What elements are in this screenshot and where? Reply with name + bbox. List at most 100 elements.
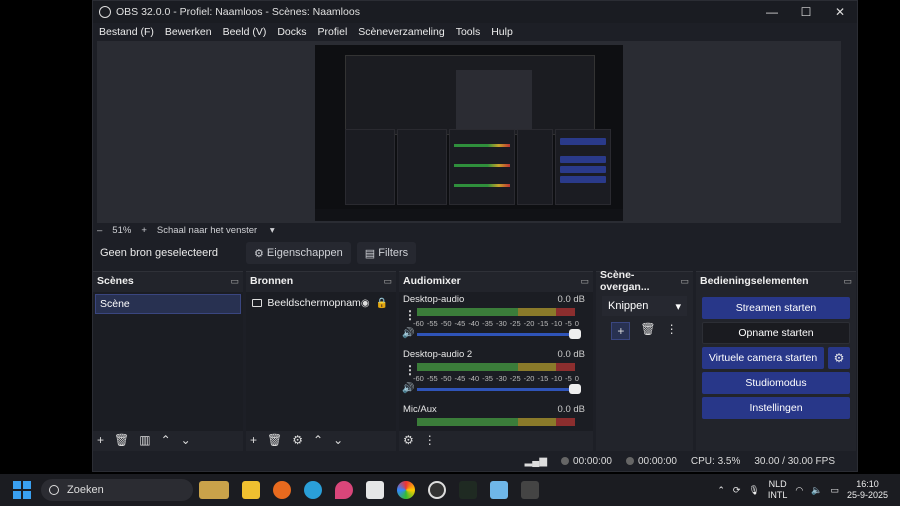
advanced-audio-icon[interactable]: ⚙ xyxy=(403,433,414,447)
maximize-button[interactable]: ☐ xyxy=(789,1,823,23)
channel-db: 0.0 dB xyxy=(557,294,585,305)
sync-icon[interactable]: ⟳ xyxy=(733,485,741,496)
stream-indicator: 00:00:00 xyxy=(625,456,677,467)
document-icon[interactable] xyxy=(490,481,508,499)
monitor-icon xyxy=(252,299,263,307)
signal-icon: ▂▄▆ xyxy=(524,455,548,467)
menu-profile[interactable]: Profiel xyxy=(318,26,348,38)
undock-icon[interactable]: ▭ xyxy=(680,276,689,287)
close-button[interactable]: ✕ xyxy=(823,1,857,23)
windows-start-icon[interactable] xyxy=(13,481,31,499)
start-recording-button[interactable]: Opname starten xyxy=(702,322,850,344)
trash-icon[interactable]: 🗑 xyxy=(114,433,129,447)
undock-icon[interactable]: ▭ xyxy=(843,276,852,287)
program-preview[interactable] xyxy=(315,45,623,221)
undock-icon[interactable]: ▭ xyxy=(383,276,392,287)
zoom-in-button[interactable]: + xyxy=(141,225,147,236)
menu-docks[interactable]: Docks xyxy=(277,26,306,38)
speaker-icon[interactable]: 🔊 xyxy=(402,328,414,339)
slider-handle[interactable] xyxy=(569,329,581,339)
undock-icon[interactable]: ▭ xyxy=(580,276,589,287)
controls-dock: Bedieningselementen ▭ Streamen starten Op… xyxy=(696,271,856,451)
app-icon[interactable] xyxy=(521,481,539,499)
paint-drop-icon[interactable] xyxy=(335,481,353,499)
chevron-down-icon[interactable]: ⌄ xyxy=(181,433,191,447)
menu-scene-collection[interactable]: Scèneverzameling xyxy=(358,26,444,38)
sources-dock: Bronnen ▭ Beeldschermopnam ◉ 🔒 + 🗑 ⚙ ⌃ ⌄ xyxy=(246,271,396,451)
scene-item[interactable]: Scène xyxy=(95,294,241,314)
source-item[interactable]: Beeldschermopnam ◉ 🔒 xyxy=(248,294,394,312)
add-icon[interactable]: + xyxy=(97,433,104,447)
menu-view[interactable]: Beeld (V) xyxy=(223,26,267,38)
app-icon[interactable] xyxy=(459,481,477,499)
filters-button[interactable]: ▤ Filters xyxy=(356,242,417,264)
obs-icon[interactable] xyxy=(428,481,446,499)
menu-edit[interactable]: Bewerken xyxy=(165,26,212,38)
battery-icon[interactable]: ▭ xyxy=(830,485,839,496)
menu-tools[interactable]: Tools xyxy=(456,26,481,38)
studio-mode-button[interactable]: Studiomodus xyxy=(702,372,850,394)
kebab-menu-icon[interactable]: ⋮ xyxy=(424,433,436,447)
scenes-title: Scènes xyxy=(97,275,134,287)
trash-icon[interactable]: 🗑 xyxy=(267,433,282,447)
edge-icon[interactable] xyxy=(304,481,322,499)
eye-icon[interactable]: ◉ xyxy=(361,298,370,309)
chevron-up-icon[interactable]: ⌃ xyxy=(161,433,171,447)
preview-nested-button xyxy=(560,138,606,145)
chevron-down-icon[interactable]: ⌄ xyxy=(333,433,343,447)
volume-icon[interactable]: 🔈 xyxy=(811,485,822,496)
menu-help[interactable]: Hulp xyxy=(491,26,513,38)
gear-icon[interactable]: ⚙ xyxy=(828,347,850,369)
start-virtual-camera-button[interactable]: Virtuele camera starten xyxy=(702,347,824,369)
meter-ticks: -60 -55 -50 -45 -40 -35 -30 -25 -20 -15 -10 -5 0 xyxy=(413,319,579,328)
microphone-icon[interactable]: 🎙 xyxy=(748,485,759,496)
preview-nested-dock xyxy=(345,129,395,205)
volume-slider[interactable] xyxy=(417,384,581,394)
chevron-up-icon[interactable]: ⌃ xyxy=(313,433,323,447)
properties-button[interactable]: ⚙ Eigenschappen xyxy=(246,242,351,264)
lock-icon[interactable]: 🔒 xyxy=(376,298,388,309)
volume-slider[interactable] xyxy=(417,329,581,339)
add-icon[interactable]: + xyxy=(250,433,257,447)
controls-title: Bedieningselementen xyxy=(700,275,809,287)
transition-select[interactable]: Knippen ▾ xyxy=(602,296,687,316)
taskbar-search[interactable]: Zoeken xyxy=(41,479,193,501)
clock[interactable]: 16:10 25-9-2025 xyxy=(847,479,888,501)
dock-header: Bedieningselementen ▭ xyxy=(696,272,856,290)
kebab-menu-icon[interactable]: ⋮ xyxy=(666,322,678,340)
slider-handle[interactable] xyxy=(569,384,581,394)
zoom-out-button[interactable]: – xyxy=(97,225,102,236)
preview-nested-dock xyxy=(517,129,553,205)
menu-file[interactable]: Bestand (F) xyxy=(99,26,154,38)
language-indicator[interactable]: NLD INTL xyxy=(768,479,788,501)
search-highlight-icon[interactable] xyxy=(199,481,229,499)
firefox-icon[interactable] xyxy=(273,481,291,499)
trash-icon[interactable]: 🗑 xyxy=(640,322,655,340)
volume-meter xyxy=(417,308,575,316)
tick-label: -20 xyxy=(523,374,535,383)
channel-db: 0.0 dB xyxy=(557,349,585,360)
preview-area[interactable] xyxy=(97,41,841,223)
obs-window: OBS 32.0.0 - Profiel: Naamloos - Scènes:… xyxy=(92,0,858,472)
settings-button[interactable]: Instellingen xyxy=(702,397,850,419)
speaker-icon[interactable]: 🔊 xyxy=(402,383,414,394)
notepad-icon[interactable] xyxy=(366,481,384,499)
filter-icon[interactable]: ▥ xyxy=(139,433,150,447)
chrome-icon[interactable] xyxy=(397,481,415,499)
sources-list: Beeldschermopnam ◉ 🔒 xyxy=(246,292,396,431)
start-streaming-button[interactable]: Streamen starten xyxy=(702,297,850,319)
gear-icon[interactable]: ⚙ xyxy=(292,433,303,447)
mixer-channel: Desktop-audio 2 0.0 dB ⋮ -60 -55 -50 -45 -40… xyxy=(399,347,593,402)
filter-icon: ▤ xyxy=(364,247,379,260)
wifi-icon[interactable]: ◠ xyxy=(795,485,803,496)
add-icon[interactable]: + xyxy=(611,322,631,340)
chevron-up-icon[interactable]: ⌃ xyxy=(717,485,725,496)
undock-icon[interactable]: ▭ xyxy=(230,276,239,287)
transitions-body: Knippen ▾ + 🗑 ⋮ xyxy=(596,292,693,431)
scale-mode-dropdown[interactable]: Schaal naar het venster ▾ xyxy=(157,225,285,236)
file-explorer-icon[interactable] xyxy=(242,481,260,499)
preview-nested-dock xyxy=(397,129,447,205)
minimize-button[interactable]: — xyxy=(755,1,789,23)
zoom-value: 51% xyxy=(112,224,132,236)
dock-header: Scène-overgan... ▭ xyxy=(596,269,693,293)
